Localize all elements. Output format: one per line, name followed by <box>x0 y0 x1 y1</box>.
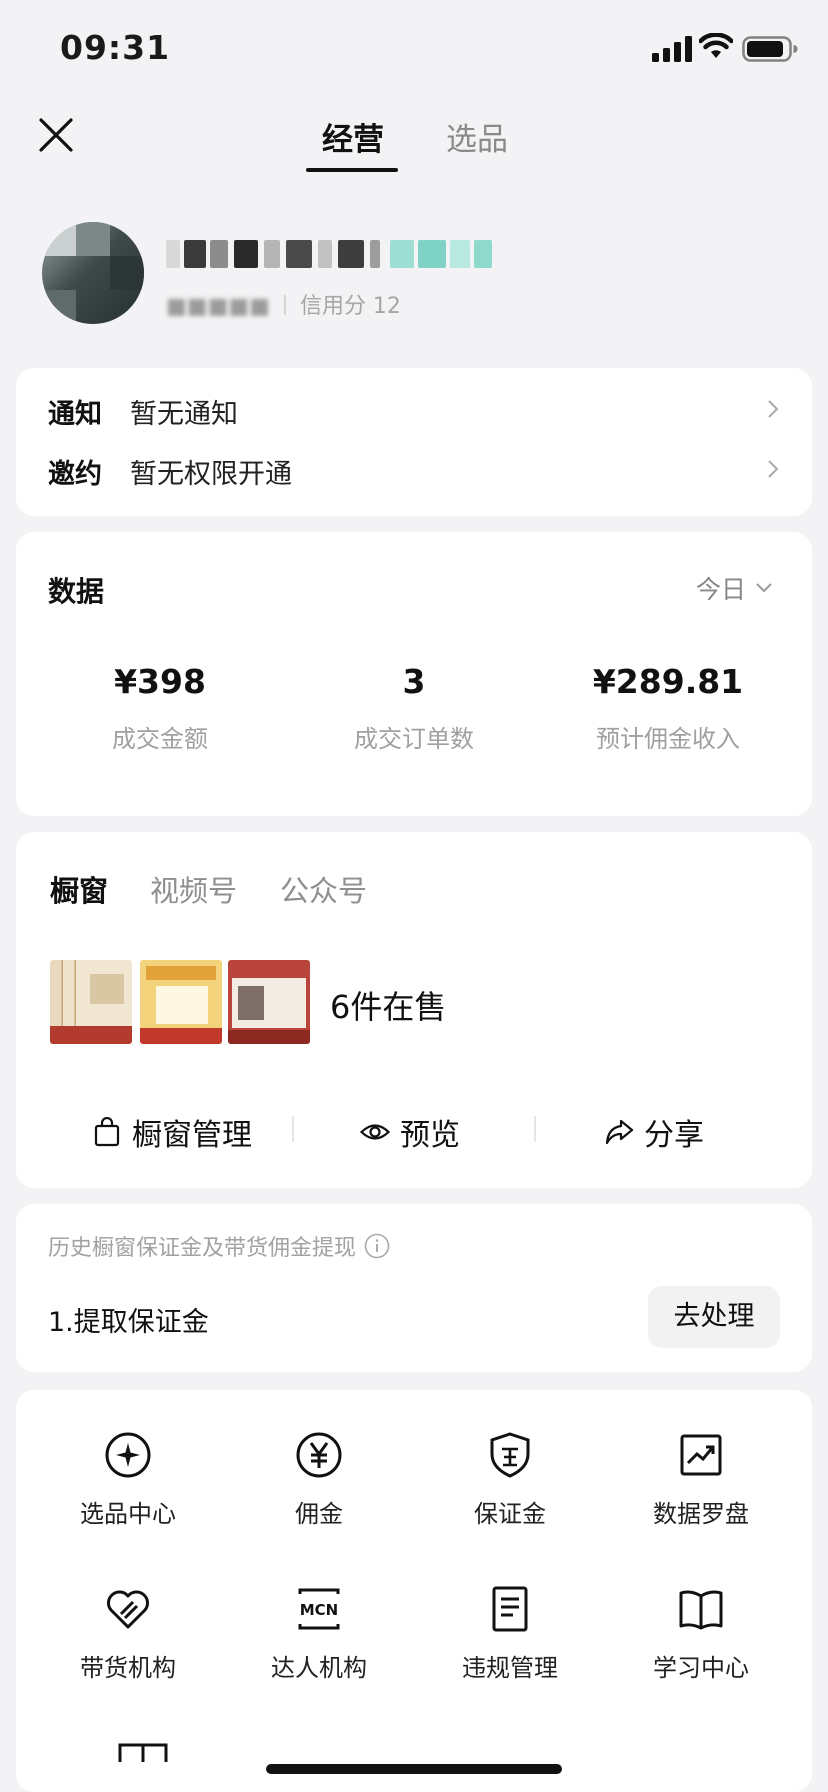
tool-label: 违规管理 <box>462 1654 558 1682</box>
deposit-hint-text: 历史橱窗保证金及带货佣金提现 <box>48 1236 357 1261</box>
handshake-heart-icon <box>107 1590 149 1629</box>
tab-channels[interactable]: 视频号 <box>150 868 237 910</box>
stat-value: 3 <box>402 662 426 701</box>
status-time: 09:31 <box>60 28 171 67</box>
withdraw-deposit-item: 1.提取保证金 <box>48 1307 209 1338</box>
stat-value: ¥398 <box>114 662 206 701</box>
data-title: 数据 <box>48 575 105 608</box>
invitation-label: 邀约 <box>48 459 102 490</box>
trend-chart-icon <box>680 1434 722 1476</box>
tab-operations[interactable]: 经营 <box>322 114 384 159</box>
action-label: 预览 <box>400 1118 460 1153</box>
action-label: 分享 <box>644 1118 704 1153</box>
divider <box>292 1116 294 1142</box>
notice-label: 通知 <box>48 399 102 430</box>
tool-influencer-agency[interactable]: MCN 达人机构 <box>239 1584 399 1683</box>
tab-showcase[interactable]: 橱窗 <box>50 868 108 910</box>
tool-label: 带货机构 <box>80 1654 176 1682</box>
active-tab-indicator <box>306 168 398 172</box>
tool-deposit[interactable]: 保证金 <box>430 1430 590 1529</box>
tool-label: 数据罗盘 <box>653 1500 749 1528</box>
credit-score: 信用分 12 <box>299 294 401 319</box>
product-thumbnail[interactable] <box>228 960 310 1044</box>
shield-icon <box>490 1432 530 1478</box>
stat-gmv[interactable]: ¥398 成交金额 <box>30 662 290 754</box>
mcn-icon: MCN <box>298 1588 340 1630</box>
showcase-card: 橱窗 视频号 公众号 6件在售 橱窗管理 预览 分享 <box>16 832 812 1188</box>
chevron-down-icon <box>756 583 772 593</box>
tool-label: 学习中心 <box>653 1654 749 1682</box>
chevron-right-icon <box>768 460 779 478</box>
wifi-icon <box>699 33 733 58</box>
tab-product-selection[interactable]: 选品 <box>446 114 508 159</box>
process-button[interactable]: 去处理 <box>648 1286 780 1348</box>
chevron-right-icon <box>768 400 779 418</box>
profile-subtitle: ■■■■■ 信用分 12 <box>166 288 401 320</box>
tool-label: 保证金 <box>474 1500 546 1528</box>
tool-label: 选品中心 <box>80 1500 176 1528</box>
preview-button[interactable]: 预览 <box>360 1110 460 1154</box>
redacted-text: ■■■■■ <box>166 294 270 319</box>
showcase-manage-button[interactable]: 橱窗管理 <box>92 1110 252 1154</box>
tool-commission[interactable]: 佣金 <box>239 1430 399 1529</box>
battery-icon <box>742 36 798 62</box>
stat-label: 成交订单数 <box>354 725 474 753</box>
document-icon <box>492 1586 528 1632</box>
tool-learning-center[interactable]: 学习中心 <box>621 1584 781 1683</box>
stat-value: ¥289.81 <box>592 662 744 701</box>
product-thumbnail[interactable] <box>140 960 222 1044</box>
divider <box>534 1116 536 1142</box>
notice-row[interactable]: 通知 暂无通知 <box>48 390 780 430</box>
period-value: 今日 <box>695 575 746 604</box>
stat-label: 预计佣金收入 <box>596 725 740 753</box>
select-center-icon <box>105 1432 151 1478</box>
tab-official-account[interactable]: 公众号 <box>280 868 367 910</box>
deposit-card: 历史橱窗保证金及带货佣金提现 1.提取保证金 去处理 <box>16 1204 812 1372</box>
close-button[interactable] <box>38 117 74 153</box>
tool-data-compass[interactable]: 数据罗盘 <box>621 1430 781 1529</box>
stat-commission[interactable]: ¥289.81 预计佣金收入 <box>538 662 798 754</box>
period-select[interactable]: 今日 <box>696 570 774 606</box>
signal-icon <box>652 36 692 62</box>
invitation-row[interactable]: 邀约 暂无权限开通 <box>48 450 780 490</box>
book-icon <box>679 1590 723 1630</box>
tool-sales-agency[interactable]: 带货机构 <box>48 1584 208 1683</box>
invitation-value: 暂无权限开通 <box>130 459 292 490</box>
home-indicator <box>266 1764 562 1774</box>
notice-card: 通知 暂无通知 邀约 暂无权限开通 <box>16 368 812 516</box>
on-sale-count[interactable]: 6件在售 <box>330 982 446 1028</box>
product-thumbnail[interactable] <box>50 960 132 1044</box>
status-bar: 09:31 <box>0 0 828 100</box>
stat-label: 成交金额 <box>112 725 208 753</box>
share-button[interactable]: 分享 <box>604 1110 704 1154</box>
data-card: 数据 今日 ¥398 成交金额 3 成交订单数 ¥289.81 预计佣金收入 <box>16 532 812 816</box>
yuan-icon <box>296 1432 342 1478</box>
partial-tool-icon <box>118 1743 168 1762</box>
tool-label: 达人机构 <box>271 1654 367 1682</box>
tool-label: 佣金 <box>295 1500 343 1528</box>
tool-select-center[interactable]: 选品中心 <box>48 1430 208 1529</box>
avatar[interactable] <box>42 222 144 324</box>
svg-text:MCN: MCN <box>300 1601 339 1619</box>
stat-orders[interactable]: 3 成交订单数 <box>284 662 544 754</box>
deposit-hint: 历史橱窗保证金及带货佣金提现 <box>48 1230 390 1262</box>
share-icon <box>605 1119 634 1145</box>
shopping-bag-icon <box>94 1117 120 1147</box>
profile-name-redacted <box>166 236 536 272</box>
tools-card: 选品中心 佣金 保证金 数据罗盘 带货机构 MCN 达人机构 违规管理 学习中心 <box>16 1390 812 1792</box>
action-label: 橱窗管理 <box>132 1118 252 1153</box>
info-icon[interactable] <box>364 1233 390 1259</box>
tool-violation-management[interactable]: 违规管理 <box>430 1584 590 1683</box>
notice-value: 暂无通知 <box>130 399 238 430</box>
eye-icon <box>360 1124 390 1140</box>
